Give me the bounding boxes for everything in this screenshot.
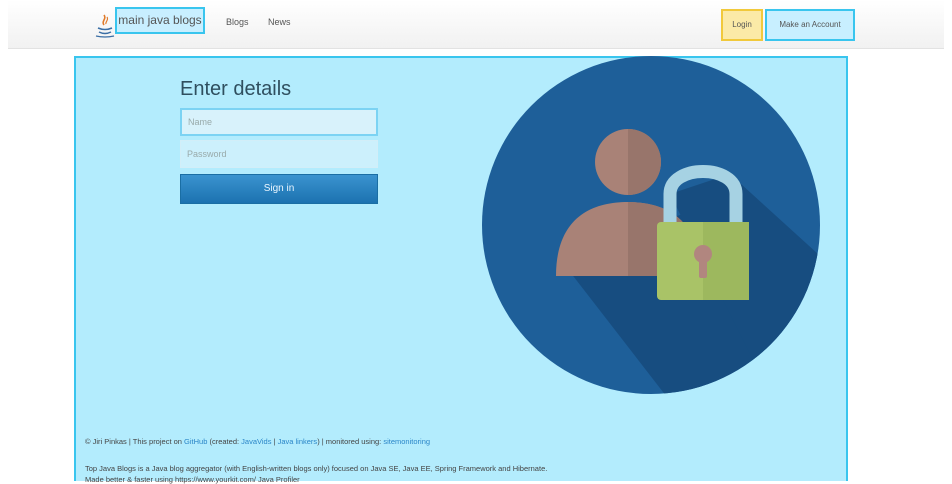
nav-link-blogs[interactable]: Blogs	[226, 17, 249, 27]
footer-credits: © Jiri Pinkas | This project on GitHub (…	[85, 437, 430, 446]
make-account-button[interactable]: Make an Account	[765, 9, 855, 41]
page-title: Enter details	[180, 78, 292, 100]
name-input[interactable]	[180, 108, 378, 136]
navbar: main java blogs Blogs News Login Make an…	[8, 0, 944, 49]
java-logo-icon[interactable]	[94, 14, 116, 38]
login-panel: Enter details Sign in © Jiri Pinkas | Th…	[74, 56, 848, 484]
brand-link[interactable]: main java blogs	[115, 7, 205, 34]
footer-description: Top Java Blogs is a Java blog aggregator…	[85, 464, 548, 473]
sitemonitoring-link[interactable]: sitemonitoring	[383, 437, 430, 446]
nav-link-news[interactable]: News	[268, 17, 291, 27]
user-lock-icon	[482, 56, 820, 394]
footer-text: ) | monitored using:	[317, 437, 384, 446]
footer-profiler-note: Made better & faster using https://www.y…	[85, 475, 300, 484]
password-input[interactable]	[180, 140, 378, 168]
footer-text: © Jiri Pinkas | This project on	[85, 437, 185, 446]
footer-text: (created:	[207, 437, 242, 446]
login-button[interactable]: Login	[721, 9, 763, 41]
javavids-link[interactable]: JavaVids	[241, 437, 271, 446]
java-linkers-link[interactable]: Java linkers	[278, 437, 318, 446]
github-link[interactable]: GitHub	[184, 437, 207, 446]
sign-in-button[interactable]: Sign in	[180, 174, 378, 204]
